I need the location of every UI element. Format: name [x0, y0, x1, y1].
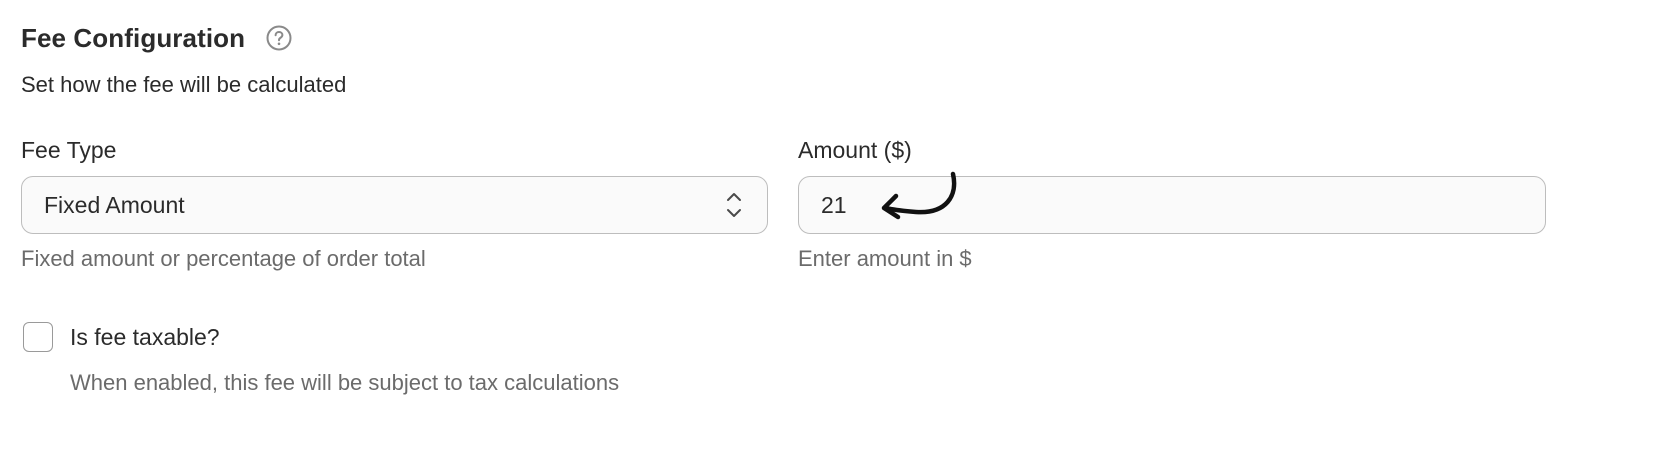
amount-label: Amount ($) [798, 137, 912, 163]
fee-type-label: Fee Type [21, 137, 117, 163]
taxable-checkbox[interactable] [23, 322, 53, 352]
fee-type-field: Fee Type Fixed Amount Fixed amount or pe… [21, 134, 768, 272]
chevron-up-down-icon [725, 189, 743, 221]
taxable-row: Is fee taxable? [23, 322, 220, 352]
fee-type-helper: Fixed amount or percentage of order tota… [21, 246, 426, 271]
taxable-label[interactable]: Is fee taxable? [70, 324, 220, 351]
section-subtitle: Set how the fee will be calculated [21, 72, 347, 97]
taxable-helper: When enabled, this fee will be subject t… [70, 370, 620, 395]
fee-configuration-section: Fee Configuration Set how the fee will b… [21, 0, 1641, 452]
amount-field: Amount ($) 21 Enter amount in $ [798, 134, 1546, 272]
section-title: Fee Configuration [21, 22, 246, 53]
amount-helper: Enter amount in $ [798, 246, 972, 271]
section-header: Fee Configuration [21, 20, 293, 56]
amount-input[interactable]: 21 [798, 176, 1546, 234]
fee-type-selected-value: Fixed Amount [44, 191, 185, 218]
amount-input-value: 21 [821, 191, 847, 218]
question-circle-icon[interactable] [265, 24, 293, 52]
fee-type-select[interactable]: Fixed Amount [21, 176, 768, 234]
